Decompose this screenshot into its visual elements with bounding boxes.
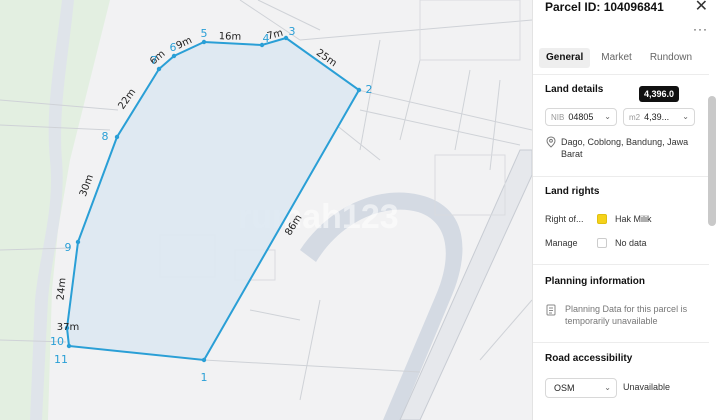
road-status: Unavailable xyxy=(623,382,671,392)
parcel-vertex[interactable] xyxy=(201,39,207,45)
planning-note: Planning Data for this parcel is tempora… xyxy=(565,304,688,326)
vertex-label: 2 xyxy=(366,83,373,96)
vertex-label: 3 xyxy=(289,25,296,38)
parcel-address: Dago, Coblong, Bandung, Jawa Barat xyxy=(561,137,689,159)
land-details-title: Land details xyxy=(545,84,604,95)
parcel-vertex[interactable] xyxy=(201,357,207,363)
document-icon xyxy=(546,304,556,316)
nib-field[interactable]: NIB 04805 ⌄ xyxy=(545,108,617,126)
more-icon[interactable]: ··· xyxy=(693,22,708,36)
parcel-vertex[interactable] xyxy=(66,343,72,349)
right-of-value: Hak Milik xyxy=(615,214,652,224)
vertex-label: 1 xyxy=(201,371,208,384)
parcel-vertex[interactable] xyxy=(114,134,120,140)
planning-title: Planning information xyxy=(545,276,645,287)
area-prefix: m2 xyxy=(629,112,641,122)
vertex-label: 7 xyxy=(151,54,158,67)
manage-label: Manage xyxy=(545,238,578,248)
nib-value: 04805 xyxy=(568,112,594,122)
tab-general[interactable]: General xyxy=(539,48,591,68)
tab-market[interactable]: Market xyxy=(594,48,639,68)
right-of-label: Right of... xyxy=(545,214,584,224)
divider xyxy=(533,264,709,265)
location-pin-icon xyxy=(546,136,556,148)
land-rights-title: Land rights xyxy=(545,186,600,197)
chevron-down-icon: ⌄ xyxy=(604,383,611,392)
vertex-label: 4 xyxy=(263,32,270,45)
close-icon[interactable]: ✕ xyxy=(695,0,708,16)
divider xyxy=(533,342,709,343)
parcel-vertex[interactable] xyxy=(156,66,162,72)
vertex-label: 11 xyxy=(54,353,68,366)
vertex-label: 9 xyxy=(65,241,72,254)
divider xyxy=(533,74,709,75)
vertex-label: 5 xyxy=(201,27,208,40)
road-source-select[interactable]: OSM ⌄ xyxy=(545,378,617,398)
area-tooltip: 4,396.0 xyxy=(639,86,680,102)
nib-prefix: NIB xyxy=(551,112,565,122)
road-source-value: OSM xyxy=(554,383,575,393)
hak-milik-swatch xyxy=(597,214,607,224)
parcel-vertex[interactable] xyxy=(356,87,362,93)
edge-length-label: 24m xyxy=(56,277,69,300)
parcel-detail-panel: Parcel ID: 104096841 ✕ ··· General Marke… xyxy=(532,0,720,420)
parcel-vertex[interactable] xyxy=(171,53,177,59)
chevron-down-icon: ⌄ xyxy=(682,112,689,121)
edge-length-label: 37m xyxy=(57,322,79,333)
panel-scrollbar[interactable] xyxy=(708,96,716,226)
vertex-label: 10 xyxy=(50,335,64,348)
tab-rundown[interactable]: Rundown xyxy=(643,48,699,68)
vertex-label: 6 xyxy=(170,41,177,54)
divider xyxy=(533,176,709,177)
parcel-id-title: Parcel ID: 104096841 xyxy=(545,0,664,14)
edge-length-label: 16m xyxy=(219,31,242,43)
parcel-map[interactable]: rumah123 86m 25m 7m 16m 9m 6m 22m 30m 24m 37m 123… xyxy=(0,0,532,420)
road-accessibility-title: Road accessibility xyxy=(545,353,633,364)
chevron-down-icon: ⌄ xyxy=(604,112,611,121)
area-field[interactable]: m2 4,39... ⌄ xyxy=(623,108,695,126)
manage-swatch xyxy=(597,238,607,248)
vertex-label: 8 xyxy=(102,130,109,143)
manage-value: No data xyxy=(615,238,647,248)
panel-tabs: General Market Rundown xyxy=(539,48,715,68)
area-value: 4,39... xyxy=(644,112,670,122)
parcel-vertex[interactable] xyxy=(75,239,81,245)
